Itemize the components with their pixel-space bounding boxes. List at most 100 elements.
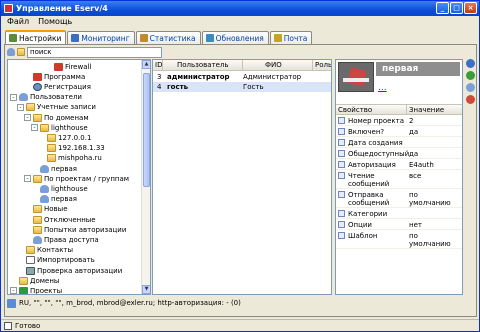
info-icon [7, 298, 16, 308]
tree-item-label: Проверка авторизации [37, 266, 123, 275]
property-row[interactable]: Авторизация E4auth [336, 160, 462, 170]
edit-icon[interactable] [466, 83, 475, 92]
tree-expander[interactable]: - [31, 124, 38, 132]
tree-item-label: Firewall [65, 62, 92, 71]
registration-icon [33, 82, 42, 91]
property-row[interactable]: Номер проекта 2 [336, 116, 462, 126]
profile-more-link[interactable]: ... [378, 83, 387, 93]
mail-icon [273, 34, 282, 42]
menu-file[interactable]: Файл [7, 16, 29, 28]
property-value[interactable]: по умолчанию [409, 232, 459, 248]
cell-id: 3 [157, 73, 162, 81]
property-name: Чтение сообщений [348, 172, 390, 188]
table-row[interactable]: 3 администратор Администратор [153, 72, 331, 82]
tab-2[interactable]: Статистика [135, 31, 201, 44]
tree-item-label: По доменам [44, 113, 89, 122]
refresh-icon[interactable] [466, 59, 475, 68]
title-bar[interactable]: Управление Eserv/4 _ □ × [1, 1, 479, 16]
tab-label: Настройки [19, 33, 62, 43]
tree-item-label: Пользователи [30, 93, 82, 102]
property-value[interactable]: по умолчанию [409, 191, 459, 207]
folder-icon [33, 205, 42, 214]
property-value[interactable]: нет [409, 221, 459, 229]
property-value[interactable]: E4auth [409, 161, 459, 169]
tree-scroll-thumb[interactable] [143, 73, 150, 187]
tab-3[interactable]: Обновления [201, 31, 269, 44]
props-col-value[interactable]: Значение [407, 105, 462, 115]
property-icon [338, 191, 345, 198]
property-row[interactable]: Отправка сообщений по умолчанию [336, 190, 462, 208]
search-scope-icon[interactable] [7, 48, 15, 56]
property-row[interactable]: Категории [336, 209, 462, 219]
window-controls: _ □ × [436, 2, 477, 14]
tree-item-label: Программа [44, 72, 86, 81]
tree-item-label: Контакты [37, 246, 74, 255]
scroll-down-arrow[interactable]: ▼ [142, 285, 150, 294]
grid-col-fio[interactable]: ФИО [243, 60, 313, 71]
statistics-icon [139, 34, 148, 42]
tree-item-label: Новые [44, 205, 68, 214]
add-icon[interactable] [466, 71, 475, 80]
property-name: Дата создания [348, 139, 403, 147]
tree-expander[interactable]: - [10, 93, 17, 101]
user-icon [40, 164, 49, 173]
user-icon [40, 184, 49, 193]
delete-icon[interactable] [466, 95, 475, 104]
status-bar: Готово [1, 319, 479, 331]
monitor-icon [71, 34, 80, 42]
tab-4[interactable]: Почта [269, 31, 313, 44]
profile-card: первая ... [336, 60, 462, 101]
property-name: Номер проекта [348, 117, 405, 125]
property-value[interactable]: 2 [409, 117, 459, 125]
props-col-name[interactable]: Свойство [336, 105, 407, 115]
property-icon [338, 172, 345, 179]
maximize-button[interactable]: □ [450, 2, 463, 14]
minimize-button[interactable]: _ [436, 2, 449, 14]
property-icon [338, 128, 345, 135]
status-text: Готово [15, 321, 41, 330]
tree-item-label: Проекты [30, 286, 63, 295]
cell-user: администратор [167, 73, 230, 81]
folder-icon [47, 144, 56, 153]
tree-item-label: первая [51, 195, 77, 204]
search-folder-icon[interactable] [17, 48, 25, 56]
settings-panel: ▲ ▼ FirewallПрограммаРегистрация-Пользов… [4, 44, 477, 317]
auth-check-icon [26, 266, 35, 275]
property-row[interactable]: Дата создания [336, 138, 462, 148]
tree-expander[interactable]: - [24, 175, 31, 183]
splitter[interactable] [332, 59, 334, 295]
contacts-icon [26, 246, 35, 255]
tree-item[interactable]: - Проекты [10, 285, 63, 295]
property-icon [338, 139, 345, 146]
tree-expander[interactable]: - [10, 287, 17, 294]
property-value[interactable]: да [409, 150, 459, 158]
tab-0[interactable]: Настройки [5, 30, 67, 44]
property-icon [338, 232, 345, 239]
grid-col-id[interactable]: ID [153, 60, 163, 71]
property-row[interactable]: Включен? да [336, 127, 462, 137]
firewall-icon [54, 62, 63, 71]
tree-item-label: Права доступа [44, 235, 99, 244]
settings-icon [9, 34, 17, 42]
scroll-up-arrow[interactable]: ▲ [142, 60, 150, 69]
table-row[interactable]: 4 гость Гость [153, 82, 331, 92]
property-row[interactable]: Опции нет [336, 220, 462, 230]
property-row[interactable]: Чтение сообщений все [336, 171, 462, 189]
users-icon [19, 93, 28, 102]
tab-1[interactable]: Мониторинг [67, 31, 135, 44]
property-icon [338, 221, 345, 228]
property-value[interactable]: да [409, 128, 459, 136]
property-row[interactable]: Общедоступный да [336, 149, 462, 159]
close-button[interactable]: × [464, 2, 477, 14]
property-value[interactable]: все [409, 172, 459, 180]
tree-scrollbar[interactable]: ▲ ▼ [141, 60, 150, 294]
search-input[interactable] [27, 46, 162, 58]
property-row[interactable]: Шаблон по умолчанию [336, 231, 462, 249]
program-icon [33, 72, 42, 81]
tree-expander[interactable]: - [24, 114, 31, 121]
tree-expander[interactable]: - [17, 103, 24, 111]
menu-help[interactable]: Помощь [38, 16, 72, 28]
tab-label: Мониторинг [81, 33, 130, 43]
grid-col-role[interactable]: Роль [313, 60, 331, 71]
grid-col-user[interactable]: Пользователь [163, 60, 243, 71]
